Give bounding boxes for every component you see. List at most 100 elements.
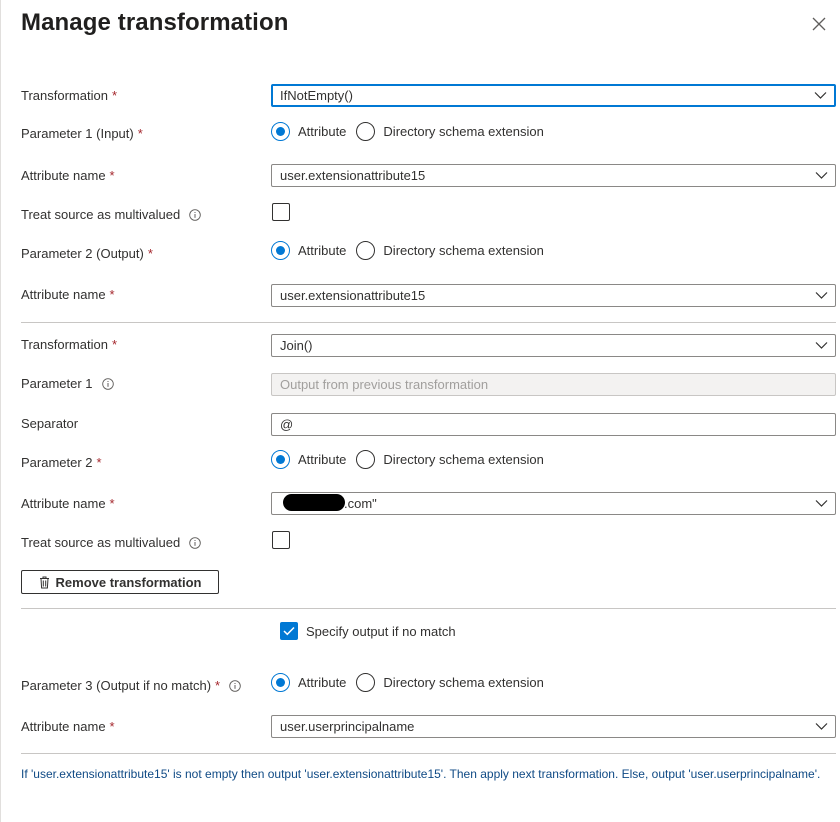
radio-label: Directory schema extension: [383, 452, 544, 467]
attribute-name-dropdown[interactable]: user.extensionattribute15: [271, 284, 836, 307]
parameter-2-radio-group: Attribute Directory schema extension: [271, 241, 554, 260]
attribute-name-dropdown[interactable]: user.userprincipalname: [271, 715, 836, 738]
radio-directory-schema-extension[interactable]: Directory schema extension: [356, 673, 544, 692]
required-mark: *: [111, 88, 117, 103]
dropdown-value: IfNotEmpty(): [280, 88, 353, 103]
info-icon[interactable]: [101, 377, 114, 390]
treat-source-multivalued-checkbox[interactable]: [272, 531, 290, 549]
radio-directory-schema-extension[interactable]: Directory schema extension: [356, 122, 544, 141]
label-text: Attribute name: [21, 287, 106, 302]
attribute-name-label: Attribute name *: [21, 168, 115, 183]
transformation-label: Transformation *: [21, 337, 117, 352]
label-text: Treat source as multivalued: [21, 207, 181, 222]
attribute-name-dropdown[interactable]: .com": [271, 492, 836, 515]
info-icon[interactable]: [189, 208, 201, 221]
panel-title: Manage transformation: [21, 9, 289, 36]
parameter-3-output-if-no-match-label: Parameter 3 (Output if no match) *: [21, 678, 241, 693]
required-mark: *: [109, 287, 115, 302]
button-label: Remove transformation: [55, 574, 202, 590]
radio-selected-icon: [271, 241, 290, 260]
attribute-name-dropdown[interactable]: user.extensionattribute15: [271, 164, 836, 187]
label-text: Parameter 1 (Input): [21, 126, 134, 141]
input-placeholder: Output from previous transformation: [280, 377, 489, 392]
treat-source-multivalued-label: Treat source as multivalued: [21, 535, 201, 550]
radio-label: Directory schema extension: [383, 675, 544, 690]
transformation-summary: If 'user.extensionattribute15' is not em…: [21, 767, 821, 781]
transformation-dropdown[interactable]: IfNotEmpty(): [271, 84, 836, 107]
radio-directory-schema-extension[interactable]: Directory schema extension: [356, 450, 544, 469]
transformation-dropdown[interactable]: Join(): [271, 334, 836, 357]
parameter-2-label: Parameter 2 *: [21, 455, 102, 470]
treat-source-multivalued-checkbox[interactable]: [272, 203, 290, 221]
radio-label: Directory schema extension: [383, 243, 544, 258]
section-divider: [21, 753, 836, 754]
radio-selected-icon: [271, 450, 290, 469]
checkbox-label: Specify output if no match: [306, 623, 456, 639]
parameter-1-input-disabled: Output from previous transformation: [271, 373, 836, 396]
separator-input[interactable]: @: [271, 413, 836, 436]
attribute-name-label: Attribute name *: [21, 496, 115, 511]
label-text: Transformation: [21, 88, 108, 103]
label-text: Separator: [21, 416, 79, 431]
radio-attribute[interactable]: Attribute: [271, 673, 346, 692]
radio-directory-schema-extension[interactable]: Directory schema extension: [356, 241, 544, 260]
required-mark: *: [215, 678, 221, 693]
label-text: Parameter 1: [21, 376, 93, 391]
parameter-1-radio-group: Attribute Directory schema extension: [271, 122, 554, 141]
treat-source-multivalued-label: Treat source as multivalued: [21, 207, 201, 222]
radio-label: Attribute: [298, 675, 347, 690]
dropdown-value: Join(): [280, 338, 313, 353]
info-icon[interactable]: [189, 536, 201, 549]
required-mark: *: [109, 496, 115, 511]
checkmark-icon: [280, 622, 298, 640]
trash-icon: [39, 576, 49, 588]
input-value: @: [280, 417, 294, 432]
required-mark: *: [147, 246, 153, 261]
radio-label: Attribute: [298, 452, 347, 467]
label-text: Parameter 3 (Output if no match): [21, 678, 212, 693]
redaction-mark: [283, 494, 345, 511]
label-text: Attribute name: [21, 496, 106, 511]
radio-unselected-icon: [356, 450, 376, 469]
radio-attribute[interactable]: Attribute: [271, 122, 346, 141]
attribute-name-label: Attribute name *: [21, 287, 115, 302]
radio-selected-icon: [271, 122, 290, 141]
dropdown-value: user.extensionattribute15: [280, 288, 426, 303]
radio-unselected-icon: [356, 241, 376, 260]
radio-attribute[interactable]: Attribute: [271, 241, 346, 260]
parameter-2-output-label: Parameter 2 (Output) *: [21, 246, 153, 261]
chevron-down-icon: [815, 499, 828, 507]
transformation-label: Transformation *: [21, 88, 117, 103]
dropdown-value: user.userprincipalname: [280, 719, 415, 734]
info-icon[interactable]: [229, 679, 241, 692]
dropdown-value: user.extensionattribute15: [280, 168, 426, 183]
radio-attribute[interactable]: Attribute: [271, 450, 346, 469]
required-mark: *: [137, 126, 143, 141]
chevron-down-icon: [815, 722, 828, 730]
remove-transformation-button[interactable]: Remove transformation: [21, 570, 219, 594]
separator-label: Separator: [21, 416, 78, 431]
label-text: Attribute name: [21, 168, 106, 183]
parameter-2-radio-group: Attribute Directory schema extension: [271, 450, 554, 469]
radio-unselected-icon: [356, 122, 376, 141]
chevron-down-icon: [814, 91, 827, 99]
required-mark: *: [109, 719, 115, 734]
radio-label: Attribute: [298, 243, 347, 258]
required-mark: *: [109, 168, 115, 183]
label-text: Transformation: [21, 337, 108, 352]
specify-output-if-no-match-checkbox[interactable]: Specify output if no match: [280, 622, 456, 640]
radio-label: Directory schema extension: [383, 124, 544, 139]
chevron-down-icon: [815, 171, 828, 179]
attribute-name-label: Attribute name *: [21, 719, 115, 734]
close-icon[interactable]: [809, 14, 829, 34]
panel-left-border: [0, 0, 1, 822]
section-divider: [21, 608, 836, 609]
parameter-1-label: Parameter 1: [21, 376, 114, 391]
dropdown-value: .com": [344, 496, 377, 511]
required-mark: *: [96, 455, 102, 470]
parameter-1-input-label: Parameter 1 (Input) *: [21, 126, 143, 141]
label-text: Parameter 2 (Output): [21, 246, 144, 261]
required-mark: *: [111, 337, 117, 352]
radio-label: Attribute: [298, 124, 347, 139]
chevron-down-icon: [815, 341, 828, 349]
